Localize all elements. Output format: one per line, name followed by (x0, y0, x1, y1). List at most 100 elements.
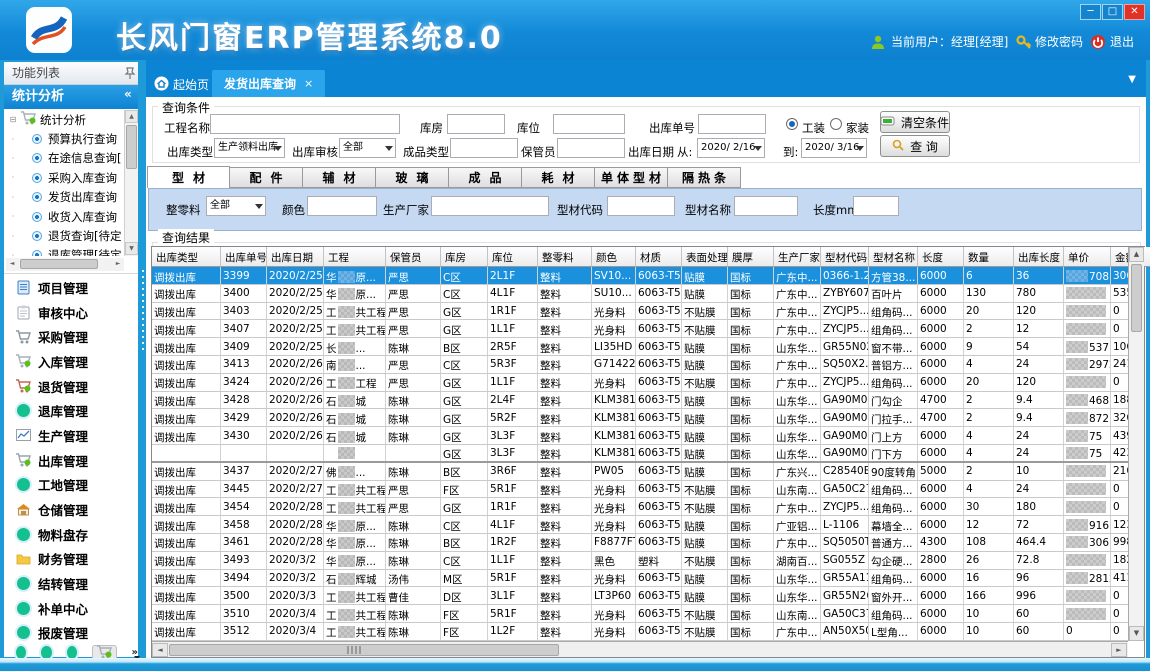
tab-home[interactable]: 起始页 (154, 72, 209, 97)
table-row[interactable]: 调拨出库34452020/2/27工共工程严思F区5R1F整料光身料6063-T… (152, 481, 1128, 499)
material-tab-单体型材[interactable]: 单体型材 (595, 167, 668, 188)
table-row[interactable]: 调拨出库35122020/3/4工共工程陈琳F区1L2F整料光身料6063-T5… (152, 623, 1128, 641)
code-input[interactable] (607, 196, 675, 216)
factory-input[interactable] (431, 196, 549, 216)
column-header-loc[interactable]: 库位 (488, 247, 538, 267)
column-header-film[interactable]: 膜厚 (728, 247, 774, 267)
table-row[interactable]: 调拨出库34002020/2/25华原...严思C区4L1F整料SU10...6… (152, 285, 1128, 303)
tree-item[interactable]: ·在途信息查询[待 (6, 149, 122, 168)
sidebar-item-出库管理[interactable]: 出库管理 (4, 448, 138, 473)
tree-item[interactable]: ·采购入库查询 (6, 168, 122, 187)
table-row[interactable]: 调拨出库34542020/2/28工共工程严思G区1R1F整料光身料6063-T… (152, 498, 1128, 516)
table-row[interactable]: 调拨出库34582020/2/28华原...陈琳C区4L1F整料光身料6063-… (152, 516, 1128, 534)
table-row[interactable]: 调拨出库34032020/2/25工共工程严思G区1R1F整料光身料6063-T… (152, 303, 1128, 321)
whole-combo[interactable]: 全部 (206, 196, 266, 216)
color-input[interactable] (307, 196, 377, 216)
collapse-icon[interactable]: « (124, 87, 132, 101)
room-input[interactable] (447, 114, 505, 134)
close-icon[interactable]: ✕ (1124, 4, 1145, 20)
green-dot-icon[interactable] (16, 646, 26, 659)
minimize-icon[interactable]: ─ (1080, 4, 1101, 20)
tab-active[interactable]: 发货出库查询 × (212, 70, 325, 97)
column-header-color[interactable]: 颜色 (592, 247, 636, 267)
tree-item[interactable]: ·预算执行查询 (6, 129, 122, 148)
material-tab-隔热条[interactable]: 隔热条 (668, 167, 741, 188)
column-header-material[interactable]: 材质 (636, 247, 682, 267)
name-input[interactable] (734, 196, 798, 216)
table-row[interactable]: 调拨出库34612020/2/28华原...陈琳B区1R2F整料F8877FT6… (152, 534, 1128, 552)
sidebar-item-退库管理[interactable]: 退库管理 (4, 398, 138, 423)
column-header-surface[interactable]: 表面处理 (682, 247, 728, 267)
table-row[interactable]: 调拨出库34132020/2/26南...严思C区5R3F整料G71422606… (152, 356, 1128, 374)
table-row[interactable]: 调拨出库34942020/3/2石辉城汤伟M区5R1F整料光身料6063-T5贴… (152, 570, 1128, 588)
outbound-type-combo[interactable]: 生产领料出库 (214, 138, 285, 158)
clear-conditions-button[interactable]: 清空条件 (880, 111, 950, 133)
search-button[interactable]: 查 询 (880, 135, 950, 157)
column-header-type[interactable]: 出库类型 (152, 247, 221, 267)
column-header-project[interactable]: 工程 (324, 247, 386, 267)
sidebar-section-header[interactable]: 统计分析 (4, 85, 138, 109)
tree-horizontal-scrollbar[interactable]: ◄ ► (6, 258, 124, 271)
sidebar-item-工地管理[interactable]: 工地管理 (4, 473, 138, 498)
grid-vertical-scrollbar[interactable]: ▲ ▼ (1128, 247, 1144, 641)
column-header-length[interactable]: 长度 (918, 247, 964, 267)
column-header-whole[interactable]: 整零料 (538, 247, 592, 267)
column-header-no[interactable]: 出库单号 (221, 247, 267, 267)
sidebar-item-退货管理[interactable]: 退货管理 (4, 374, 138, 399)
sidebar-item-结转管理[interactable]: 结转管理 (4, 571, 138, 596)
logout-link[interactable]: 退出 (1110, 32, 1134, 52)
tree-item[interactable]: ·收货入库查询 (6, 207, 122, 226)
column-header-keeper[interactable]: 保管员 (386, 247, 441, 267)
sidebar-item-审核中心[interactable]: 审核中心 (4, 300, 138, 325)
table-row[interactable]: 调拨出库35102020/3/4工共工程陈琳F区5R1F整料光身料6063-T5… (152, 605, 1128, 623)
column-header-name[interactable]: 型材名称 (869, 247, 918, 267)
column-header-code[interactable]: 型材代码 (821, 247, 869, 267)
sidebar-item-仓储管理[interactable]: 仓储管理 (4, 497, 138, 522)
table-row[interactable]: 调拨出库34282020/2/26石城陈琳G区2L4F整料KLM38176063… (152, 392, 1128, 410)
table-row[interactable]: 调拨出库33992020/2/25华原...严思C区2L1F整料SV10...6… (152, 267, 1128, 285)
tree-root-item[interactable]: ⊟统计分析 (6, 110, 122, 129)
table-row[interactable]: 调拨出库34292020/2/26石城陈琳G区5R2F整料KLM38176063… (152, 409, 1128, 427)
table-row[interactable]: G区3L3F整料KLM38176063-T5贴膜国标山东华...GA90M09.… (152, 445, 1128, 463)
table-row[interactable]: 调拨出库34932020/3/2华原...陈琳C区1L1F整料黑色塑料不贴膜国标… (152, 552, 1128, 570)
overflow-chevron-icon[interactable]: » (132, 647, 138, 658)
project-name-input[interactable] (210, 114, 400, 134)
orderno-input[interactable] (698, 114, 766, 134)
tab-close-icon[interactable]: × (304, 77, 313, 90)
table-row[interactable]: 调拨出库34372020/2/27佛...陈琳B区3R6F整料PW056063-… (152, 463, 1128, 481)
green-dot-icon[interactable] (67, 646, 77, 659)
sidebar-item-报废管理[interactable]: 报废管理 (4, 621, 138, 646)
tree-item[interactable]: ·退库管理[待定] (6, 246, 122, 256)
column-header-price[interactable]: 单价 (1064, 247, 1111, 267)
grid-horizontal-scrollbar[interactable]: ◄ ► (152, 641, 1128, 657)
column-header-out_length[interactable]: 出库长度 (1014, 247, 1064, 267)
table-row[interactable]: 调拨出库34072020/2/25工共工程严思G区1L1F整料光身料6063-T… (152, 320, 1128, 338)
column-header-room[interactable]: 库房 (441, 247, 488, 267)
table-row[interactable]: 调拨出库34242020/2/26工工程严思G区1L1F整料光身料6063-T5… (152, 374, 1128, 392)
table-row[interactable]: 调拨出库34092020/2/25长...陈琳B区2R5F整料LI35HD606… (152, 338, 1128, 356)
sidebar-item-补单中心[interactable]: 补单中心 (4, 596, 138, 621)
green-dot-icon[interactable] (41, 646, 51, 659)
table-row[interactable]: 调拨出库35002020/3/3工共工程曹佳D区3L1F整料LT3P606063… (152, 587, 1128, 605)
tabstrip-dropdown-icon[interactable]: ▼ (1128, 74, 1136, 85)
material-tab-辅材[interactable]: 辅材 (303, 167, 376, 188)
sidebar-item-项目管理[interactable]: 项目管理 (4, 275, 138, 300)
radio-gongzhuang[interactable] (786, 118, 798, 130)
material-tab-型材[interactable]: 型材 (147, 166, 230, 188)
tree-vertical-scrollbar[interactable]: ▲ ▼ (124, 110, 138, 256)
change-password-link[interactable]: 修改密码 (1035, 32, 1083, 52)
column-header-date[interactable]: 出库日期 (267, 247, 324, 267)
tree-item[interactable]: ·发货出库查询 (6, 188, 122, 207)
date-from-combo[interactable]: 2020/ 2/16 (697, 138, 765, 158)
length-input[interactable] (853, 196, 899, 216)
material-tab-耗材[interactable]: 耗材 (522, 167, 595, 188)
column-header-factory[interactable]: 生产厂家 (774, 247, 821, 267)
date-to-combo[interactable]: 2020/ 3/16 (801, 138, 867, 158)
column-header-qty[interactable]: 数量 (964, 247, 1014, 267)
loc-input[interactable] (553, 114, 625, 134)
audit-combo[interactable]: 全部 (339, 138, 396, 158)
sidebar-item-入库管理[interactable]: 入库管理 (4, 349, 138, 374)
sidebar-item-采购管理[interactable]: 采购管理 (4, 324, 138, 349)
sidebar-item-生产管理[interactable]: 生产管理 (4, 423, 138, 448)
product-type-input[interactable] (450, 138, 518, 158)
